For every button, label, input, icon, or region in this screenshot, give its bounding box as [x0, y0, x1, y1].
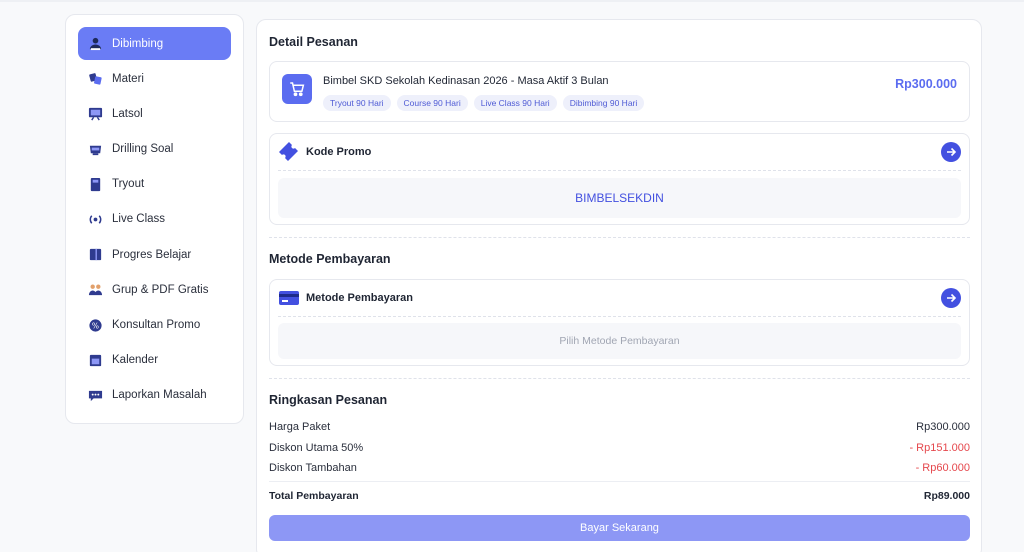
product-tag: Tryout 90 Hari: [323, 95, 391, 111]
drilling-icon: [87, 141, 103, 157]
sidebar-item-label: Progres Belajar: [112, 248, 192, 261]
sidebar: Dibimbing Materi Latsol Drilling Soal Tr…: [65, 14, 244, 424]
sidebar-item-dibimbing[interactable]: Dibimbing: [78, 27, 231, 60]
sidebar-item-progres-belajar[interactable]: Progres Belajar: [78, 238, 231, 271]
sidebar-item-label: Tryout: [112, 178, 145, 191]
section-divider: [269, 237, 970, 238]
summary-row: Harga Paket Rp300.000: [269, 421, 970, 433]
sidebar-item-label: Grup & PDF Gratis: [112, 283, 209, 296]
promo-header[interactable]: Kode Promo: [278, 142, 961, 162]
product-price: Rp300.000: [895, 77, 957, 91]
svg-text:%: %: [91, 321, 98, 330]
sidebar-item-label: Latsol: [112, 107, 143, 120]
tryout-book-icon: [87, 176, 103, 192]
sidebar-item-latsol[interactable]: Latsol: [78, 97, 231, 130]
group-icon: [87, 282, 103, 298]
mentor-icon: [87, 36, 103, 52]
promo-code-value[interactable]: BIMBELSEKDIN: [278, 178, 961, 218]
total-divider: [269, 481, 970, 482]
ticket-icon: [278, 142, 300, 162]
sidebar-item-label: Dibimbing: [112, 37, 164, 50]
payment-method-select[interactable]: Pilih Metode Pembayaran: [278, 323, 961, 359]
calendar-icon: [87, 352, 103, 368]
sidebar-item-label: Konsultan Promo: [112, 319, 201, 331]
summary-total-value: Rp89.000: [923, 490, 970, 502]
product-tag: Dibimbing 90 Hari: [562, 95, 645, 111]
summary-row: Diskon Tambahan - Rp60.000: [269, 462, 970, 474]
payment-section-title: Metode Pembayaran: [269, 252, 391, 266]
arrow-right-icon: [947, 293, 957, 303]
summary-row-label: Diskon Tambahan: [269, 462, 357, 474]
divider: [278, 170, 961, 171]
promo-badge-icon: %: [87, 317, 103, 333]
sidebar-item-grup-pdf-gratis[interactable]: Grup & PDF Gratis: [78, 273, 231, 306]
summary-section-title: Ringkasan Pesanan: [269, 393, 388, 407]
summary-row-label: Harga Paket: [269, 421, 331, 433]
payment-card: Metode Pembayaran Pilih Metode Pembayara…: [269, 279, 970, 366]
sidebar-item-label: Laporkan Masalah: [112, 389, 207, 402]
payment-label: Metode Pembayaran: [306, 292, 413, 304]
pay-now-button[interactable]: Bayar Sekarang: [269, 515, 970, 541]
payment-header[interactable]: Metode Pembayaran: [278, 288, 961, 308]
cart-icon: [282, 74, 312, 104]
sidebar-item-live-class[interactable]: Live Class: [78, 203, 231, 236]
summary-row-label: Diskon Utama 50%: [269, 442, 364, 454]
order-section-title: Detail Pesanan: [269, 35, 358, 49]
section-divider: [269, 378, 970, 379]
order-panel: Detail Pesanan Bimbel SKD Sekolah Kedina…: [256, 19, 982, 552]
arrow-right-icon: [947, 147, 957, 157]
sidebar-item-label: Kalender: [112, 354, 159, 367]
product-title: Bimbel SKD Sekolah Kedinasan 2026 - Masa…: [323, 75, 609, 87]
sidebar-item-kalender[interactable]: Kalender: [78, 344, 231, 377]
summary-row: Diskon Utama 50% - Rp151.000: [269, 442, 970, 454]
sidebar-item-label: Live Class: [112, 213, 166, 226]
promo-card: Kode Promo BIMBELSEKDIN: [269, 133, 970, 225]
materials-icon: [87, 71, 103, 87]
sidebar-item-laporkan-masalah[interactable]: Laporkan Masalah: [78, 379, 231, 412]
sidebar-item-label: Materi: [112, 72, 144, 85]
broadcast-icon: [87, 211, 103, 227]
top-divider: [0, 0, 1024, 2]
credit-card-icon: [278, 288, 300, 308]
chat-report-icon: [87, 387, 103, 403]
payment-arrow-button[interactable]: [941, 288, 961, 308]
summary-total-row: Total Pembayaran Rp89.000: [269, 490, 970, 502]
sidebar-item-label: Drilling Soal: [112, 143, 174, 156]
product-card: Bimbel SKD Sekolah Kedinasan 2026 - Masa…: [269, 61, 970, 122]
progress-book-icon: [87, 247, 103, 263]
sidebar-item-konsultan-promo[interactable]: % Konsultan Promo: [78, 309, 231, 342]
summary-row-value: - Rp151.000: [909, 442, 970, 454]
sidebar-item-materi[interactable]: Materi: [78, 62, 231, 95]
sidebar-item-tryout[interactable]: Tryout: [78, 168, 231, 201]
summary-total-label: Total Pembayaran: [269, 490, 359, 502]
summary-row-value: Rp300.000: [916, 421, 970, 433]
promo-label: Kode Promo: [306, 146, 372, 158]
product-tag: Live Class 90 Hari: [473, 95, 557, 111]
promo-arrow-button[interactable]: [941, 142, 961, 162]
product-tag: Course 90 Hari: [396, 95, 468, 111]
summary-row-value: - Rp60.000: [915, 462, 970, 474]
sidebar-item-drilling-soal[interactable]: Drilling Soal: [78, 133, 231, 166]
divider: [278, 316, 961, 317]
product-tags: Tryout 90 Hari Course 90 Hari Live Class…: [323, 95, 645, 111]
practice-board-icon: [87, 106, 103, 122]
